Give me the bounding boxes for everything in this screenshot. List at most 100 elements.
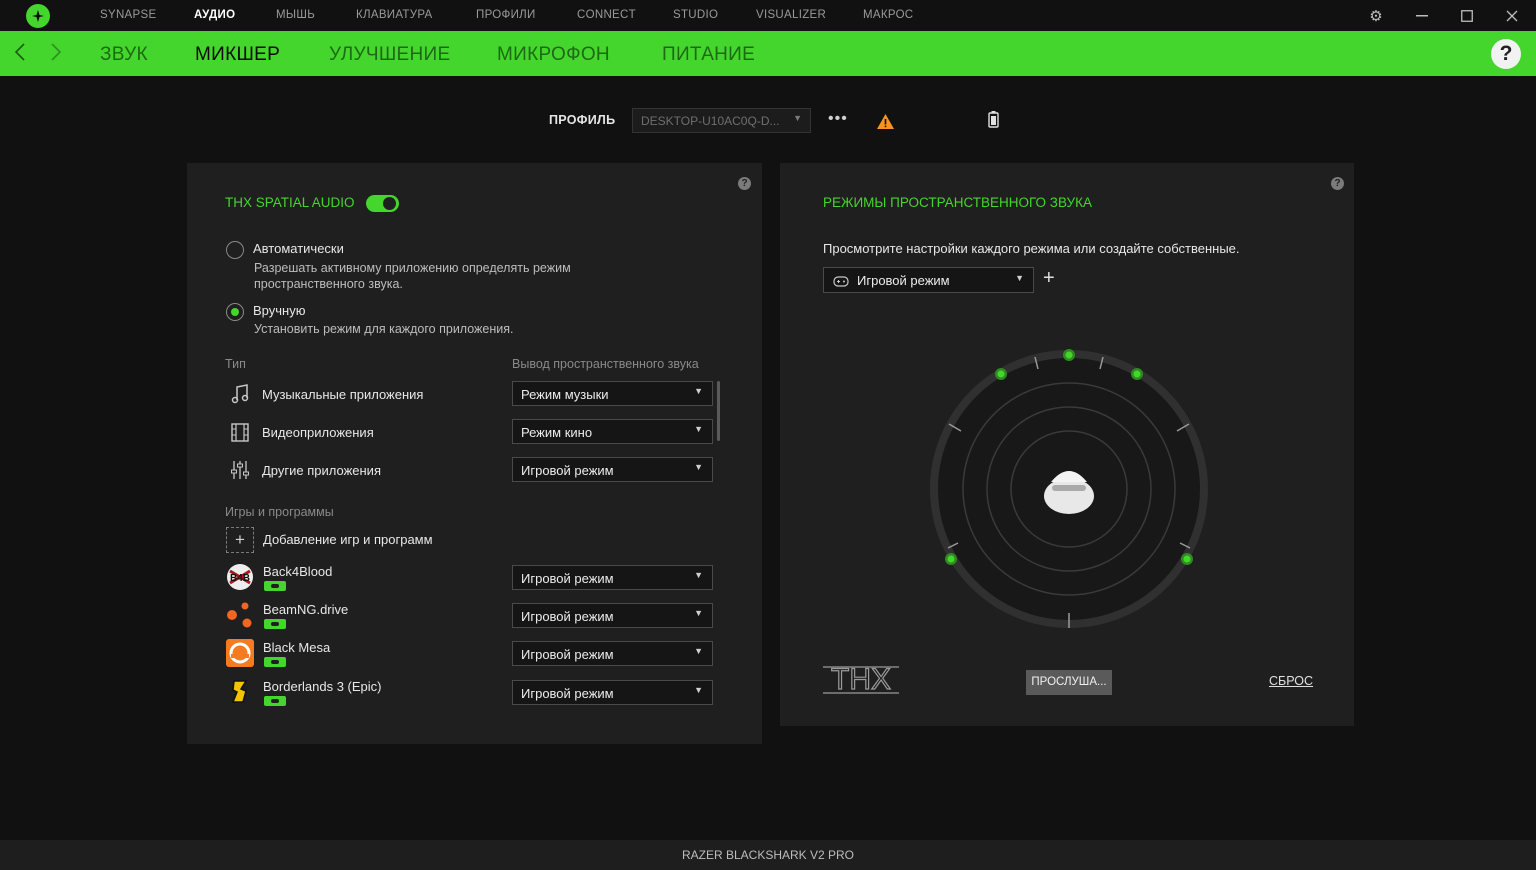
topnav-macro[interactable]: МАКРОС [863, 9, 913, 21]
help-question-icon[interactable]: ? [738, 177, 751, 190]
radio-manual[interactable] [226, 303, 244, 321]
help-question-icon[interactable]: ? [1331, 177, 1344, 190]
music-output-value: Режим музыки [521, 387, 609, 402]
tab-power[interactable]: ПИТАНИЕ [662, 44, 755, 66]
profile-label: ПРОФИЛЬ [549, 113, 616, 127]
gamepad-badge-icon [264, 581, 286, 591]
black-mesa-output-select[interactable]: Игровой режим ▼ [512, 641, 713, 666]
profile-select[interactable]: DESKTOP-U10AC0Q-D... ▼ [632, 108, 811, 133]
topnav-connect[interactable]: CONNECT [577, 9, 636, 21]
video-output-value: Режим кино [521, 425, 593, 440]
beamng-output-value: Игровой режим [521, 609, 614, 624]
thx-logo-icon: THX [823, 665, 899, 695]
game-name-beamng: BeamNG.drive [263, 602, 349, 617]
maximize-icon[interactable] [1452, 4, 1482, 28]
auto-option-description: Разрешать активному приложению определят… [254, 261, 571, 291]
back4blood-output-value: Игровой режим [521, 571, 614, 586]
tab-microphone[interactable]: МИКРОФОН [497, 44, 610, 66]
back4blood-output-select[interactable]: Игровой режим ▼ [512, 565, 713, 590]
chevron-down-icon: ▼ [694, 424, 703, 434]
game-name-black-mesa: Black Mesa [263, 640, 331, 655]
close-icon[interactable] [1497, 4, 1527, 28]
music-note-icon [229, 383, 251, 405]
type-label-video: Видеоприложения [262, 425, 374, 440]
output-column-header: Вывод пространственного звука [512, 357, 699, 371]
topnav-synapse[interactable]: SYNAPSE [100, 9, 156, 21]
other-output-value: Игровой режим [521, 463, 614, 478]
sliders-icon [229, 459, 251, 481]
back-arrow-icon[interactable] [14, 41, 26, 69]
game-name-borderlands: Borderlands 3 (Epic) [263, 679, 382, 694]
warning-icon[interactable] [876, 113, 895, 135]
radio-auto[interactable] [226, 241, 244, 259]
type-label-other: Другие приложения [262, 463, 381, 478]
scrollbar[interactable] [717, 381, 720, 441]
gamepad-badge-icon [264, 619, 286, 629]
beamng-icon [226, 601, 254, 629]
thx-spatial-audio-title: THX SPATIAL AUDIO [225, 195, 355, 210]
add-mode-plus-icon[interactable]: + [1043, 267, 1055, 290]
film-icon [229, 421, 251, 443]
topnav-visualizer[interactable]: VISUALIZER [756, 9, 826, 21]
games-section-header: Игры и программы [225, 505, 334, 519]
add-game-button[interactable]: + [226, 527, 254, 553]
tab-enhancement[interactable]: УЛУЧШЕНИЕ [329, 44, 450, 66]
spatial-modes-description: Просмотрите настройки каждого режима или… [823, 241, 1240, 256]
chevron-down-icon: ▼ [694, 386, 703, 396]
chevron-down-icon: ▼ [1015, 273, 1024, 283]
chevron-down-icon: ▼ [694, 646, 703, 656]
chevron-down-icon: ▼ [694, 608, 703, 618]
spatial-sound-visualization[interactable] [928, 348, 1210, 630]
mode-select[interactable]: Игровой режим ▼ [823, 267, 1034, 293]
gamepad-badge-icon [264, 657, 286, 667]
back4blood-icon: B4B [226, 563, 254, 591]
more-options-icon[interactable]: ••• [828, 110, 848, 128]
auto-option-title: Автоматически [253, 241, 344, 256]
topnav-mouse[interactable]: МЫШЬ [276, 9, 315, 21]
chevron-down-icon: ▼ [694, 685, 703, 695]
gamepad-icon [833, 275, 849, 290]
svg-text:B4B: B4B [230, 573, 250, 584]
video-output-select[interactable]: Режим кино ▼ [512, 419, 713, 444]
type-label-music: Музыкальные приложения [262, 387, 424, 402]
settings-gear-icon[interactable]: ⚙ [1361, 4, 1391, 28]
gamepad-badge-icon [264, 696, 286, 706]
battery-icon [988, 111, 999, 133]
topnav-keyboard[interactable]: КЛАВИАТУРА [356, 9, 433, 21]
beamng-output-select[interactable]: Игровой режим ▼ [512, 603, 713, 628]
tab-mixer[interactable]: МИКШЕР [195, 44, 280, 66]
tab-sound[interactable]: ЗВУК [100, 44, 148, 66]
chevron-down-icon: ▼ [694, 462, 703, 472]
game-name-back4blood: Back4Blood [263, 564, 333, 579]
topnav-profiles[interactable]: ПРОФИЛИ [476, 9, 536, 21]
type-column-header: Тип [225, 357, 246, 371]
other-output-select[interactable]: Игровой режим ▼ [512, 457, 713, 482]
listen-button[interactable]: ПРОСЛУША... [1026, 670, 1112, 695]
chevron-down-icon: ▼ [694, 570, 703, 580]
borderlands-output-value: Игровой режим [521, 686, 614, 701]
reset-link[interactable]: СБРОС [1269, 674, 1313, 688]
profile-value: DESKTOP-U10AC0Q-D... [641, 114, 780, 128]
svg-text:THX: THX [831, 665, 891, 695]
device-status-bar: RAZER BLACKSHARK V2 PRO [0, 840, 1536, 870]
topnav-audio[interactable]: АУДИО [194, 9, 235, 21]
topnav-studio[interactable]: STUDIO [673, 9, 718, 21]
borderlands-icon [226, 677, 254, 705]
spatial-audio-panel: THX SPATIAL AUDIO ? Автоматически Разреш… [187, 163, 762, 744]
manual-option-description: Установить режим для каждого приложения. [254, 322, 514, 336]
spatial-modes-panel: РЕЖИМЫ ПРОСТРАНСТВЕННОГО ЗВУКА ? Просмот… [780, 163, 1354, 726]
help-button[interactable]: ? [1491, 39, 1521, 69]
minimize-icon[interactable] [1407, 4, 1437, 28]
razer-logo-icon[interactable] [26, 4, 50, 28]
black-mesa-icon [226, 639, 254, 667]
mode-select-value: Игровой режим [857, 273, 950, 288]
forward-arrow-icon[interactable] [50, 41, 62, 69]
chevron-down-icon: ▼ [793, 113, 802, 123]
borderlands-output-select[interactable]: Игровой режим ▼ [512, 680, 713, 705]
music-output-select[interactable]: Режим музыки ▼ [512, 381, 713, 406]
title-bar: SYNAPSE АУДИО МЫШЬ КЛАВИАТУРА ПРОФИЛИ CO… [0, 0, 1536, 31]
black-mesa-output-value: Игровой режим [521, 647, 614, 662]
add-game-label[interactable]: Добавление игр и программ [263, 532, 433, 547]
sub-navigation: ЗВУК МИКШЕР УЛУЧШЕНИЕ МИКРОФОН ПИТАНИЕ ? [0, 31, 1536, 76]
thx-spatial-audio-toggle[interactable] [366, 195, 399, 212]
